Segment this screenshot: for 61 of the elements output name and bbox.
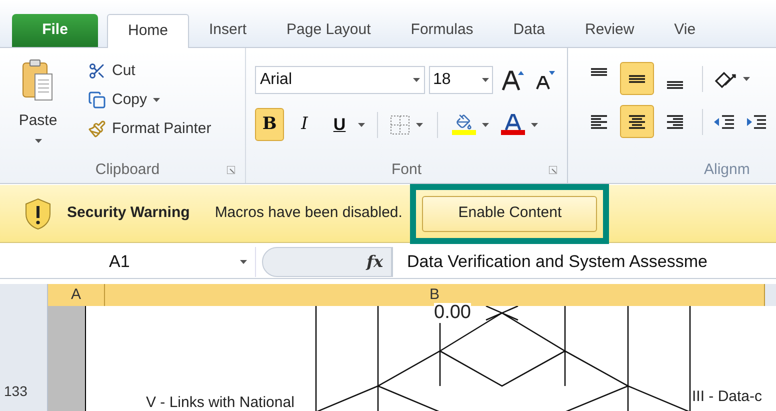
align-right-icon: [667, 114, 683, 128]
grow-font-icon[interactable]: [501, 69, 525, 91]
underline-button[interactable]: U: [325, 108, 354, 141]
borders-icon[interactable]: [390, 114, 410, 134]
format-painter-button[interactable]: Format Painter: [88, 118, 212, 140]
align-top-icon: [591, 68, 607, 76]
caret-icon: [153, 98, 160, 102]
caret-icon: [482, 78, 489, 82]
enable-content-button[interactable]: Enable Content: [422, 196, 598, 232]
group-label: Clipboard: [95, 160, 160, 180]
ribbon-tab[interactable]: Data: [493, 14, 565, 47]
paintbrush-icon: [88, 120, 106, 138]
group-label: Font: [391, 160, 422, 180]
ribbon-tab[interactable]: Vie: [654, 14, 716, 47]
formula-field[interactable]: Data Verification and System Assessme: [392, 246, 776, 276]
ribbon-tab[interactable]: Formulas: [390, 14, 494, 47]
name-box[interactable]: A1: [14, 246, 256, 276]
file-tab[interactable]: File: [12, 14, 98, 47]
paste-button[interactable]: Paste: [10, 58, 66, 157]
warning-title: Security Warning: [67, 203, 190, 224]
dialog-launcher-icon: [549, 166, 557, 174]
font-size-field[interactable]: 18: [429, 66, 493, 94]
caret-icon: [413, 78, 420, 82]
caret-icon: [240, 260, 247, 264]
ribbon-tab[interactable]: Home: [107, 14, 190, 48]
fill-color-icon[interactable]: [452, 114, 476, 135]
column-header[interactable]: B: [105, 284, 765, 306]
align-bottom-icon: [667, 81, 683, 89]
caret-icon: [358, 122, 365, 126]
dialog-launcher-icon: [227, 166, 235, 174]
align-left-icon: [591, 114, 607, 128]
caret-icon: [34, 138, 42, 142]
ribbon-tab[interactable]: Page Layout: [266, 14, 391, 47]
insert-function-button[interactable]: fx: [366, 250, 383, 274]
column-header[interactable]: A: [48, 284, 105, 306]
clipboard-icon: [21, 58, 55, 102]
ribbon-tab[interactable]: Review: [564, 14, 654, 47]
align-center-icon: [629, 114, 645, 128]
cut-button[interactable]: Cut: [88, 60, 212, 82]
caret-icon: [531, 122, 538, 126]
horizontal-align-button[interactable]: [620, 105, 654, 138]
axis-value-label: 0.00: [434, 303, 471, 323]
copy-icon: [88, 91, 106, 109]
italic-button[interactable]: I: [290, 108, 319, 141]
font-name-field[interactable]: Arial: [255, 66, 425, 94]
font-color-icon[interactable]: [501, 114, 525, 135]
warning-shield-icon: [24, 198, 52, 230]
caret-icon: [416, 122, 423, 126]
warning-message: Macros have been disabled.: [214, 203, 402, 224]
ribbon-tab[interactable]: Insert: [189, 14, 267, 47]
row-header[interactable]: 133: [0, 306, 48, 411]
vertical-align-button[interactable]: [620, 62, 654, 95]
copy-button[interactable]: Copy: [88, 89, 212, 111]
bold-button[interactable]: B: [255, 108, 284, 141]
scissors-icon: [88, 62, 106, 80]
caret-icon: [482, 122, 489, 126]
group-label: Alignm: [704, 160, 750, 180]
align-middle-icon: [629, 74, 645, 82]
shrink-font-icon[interactable]: [535, 70, 555, 90]
axis-label: III - Data-c: [692, 388, 762, 406]
caret-icon: [743, 76, 750, 80]
